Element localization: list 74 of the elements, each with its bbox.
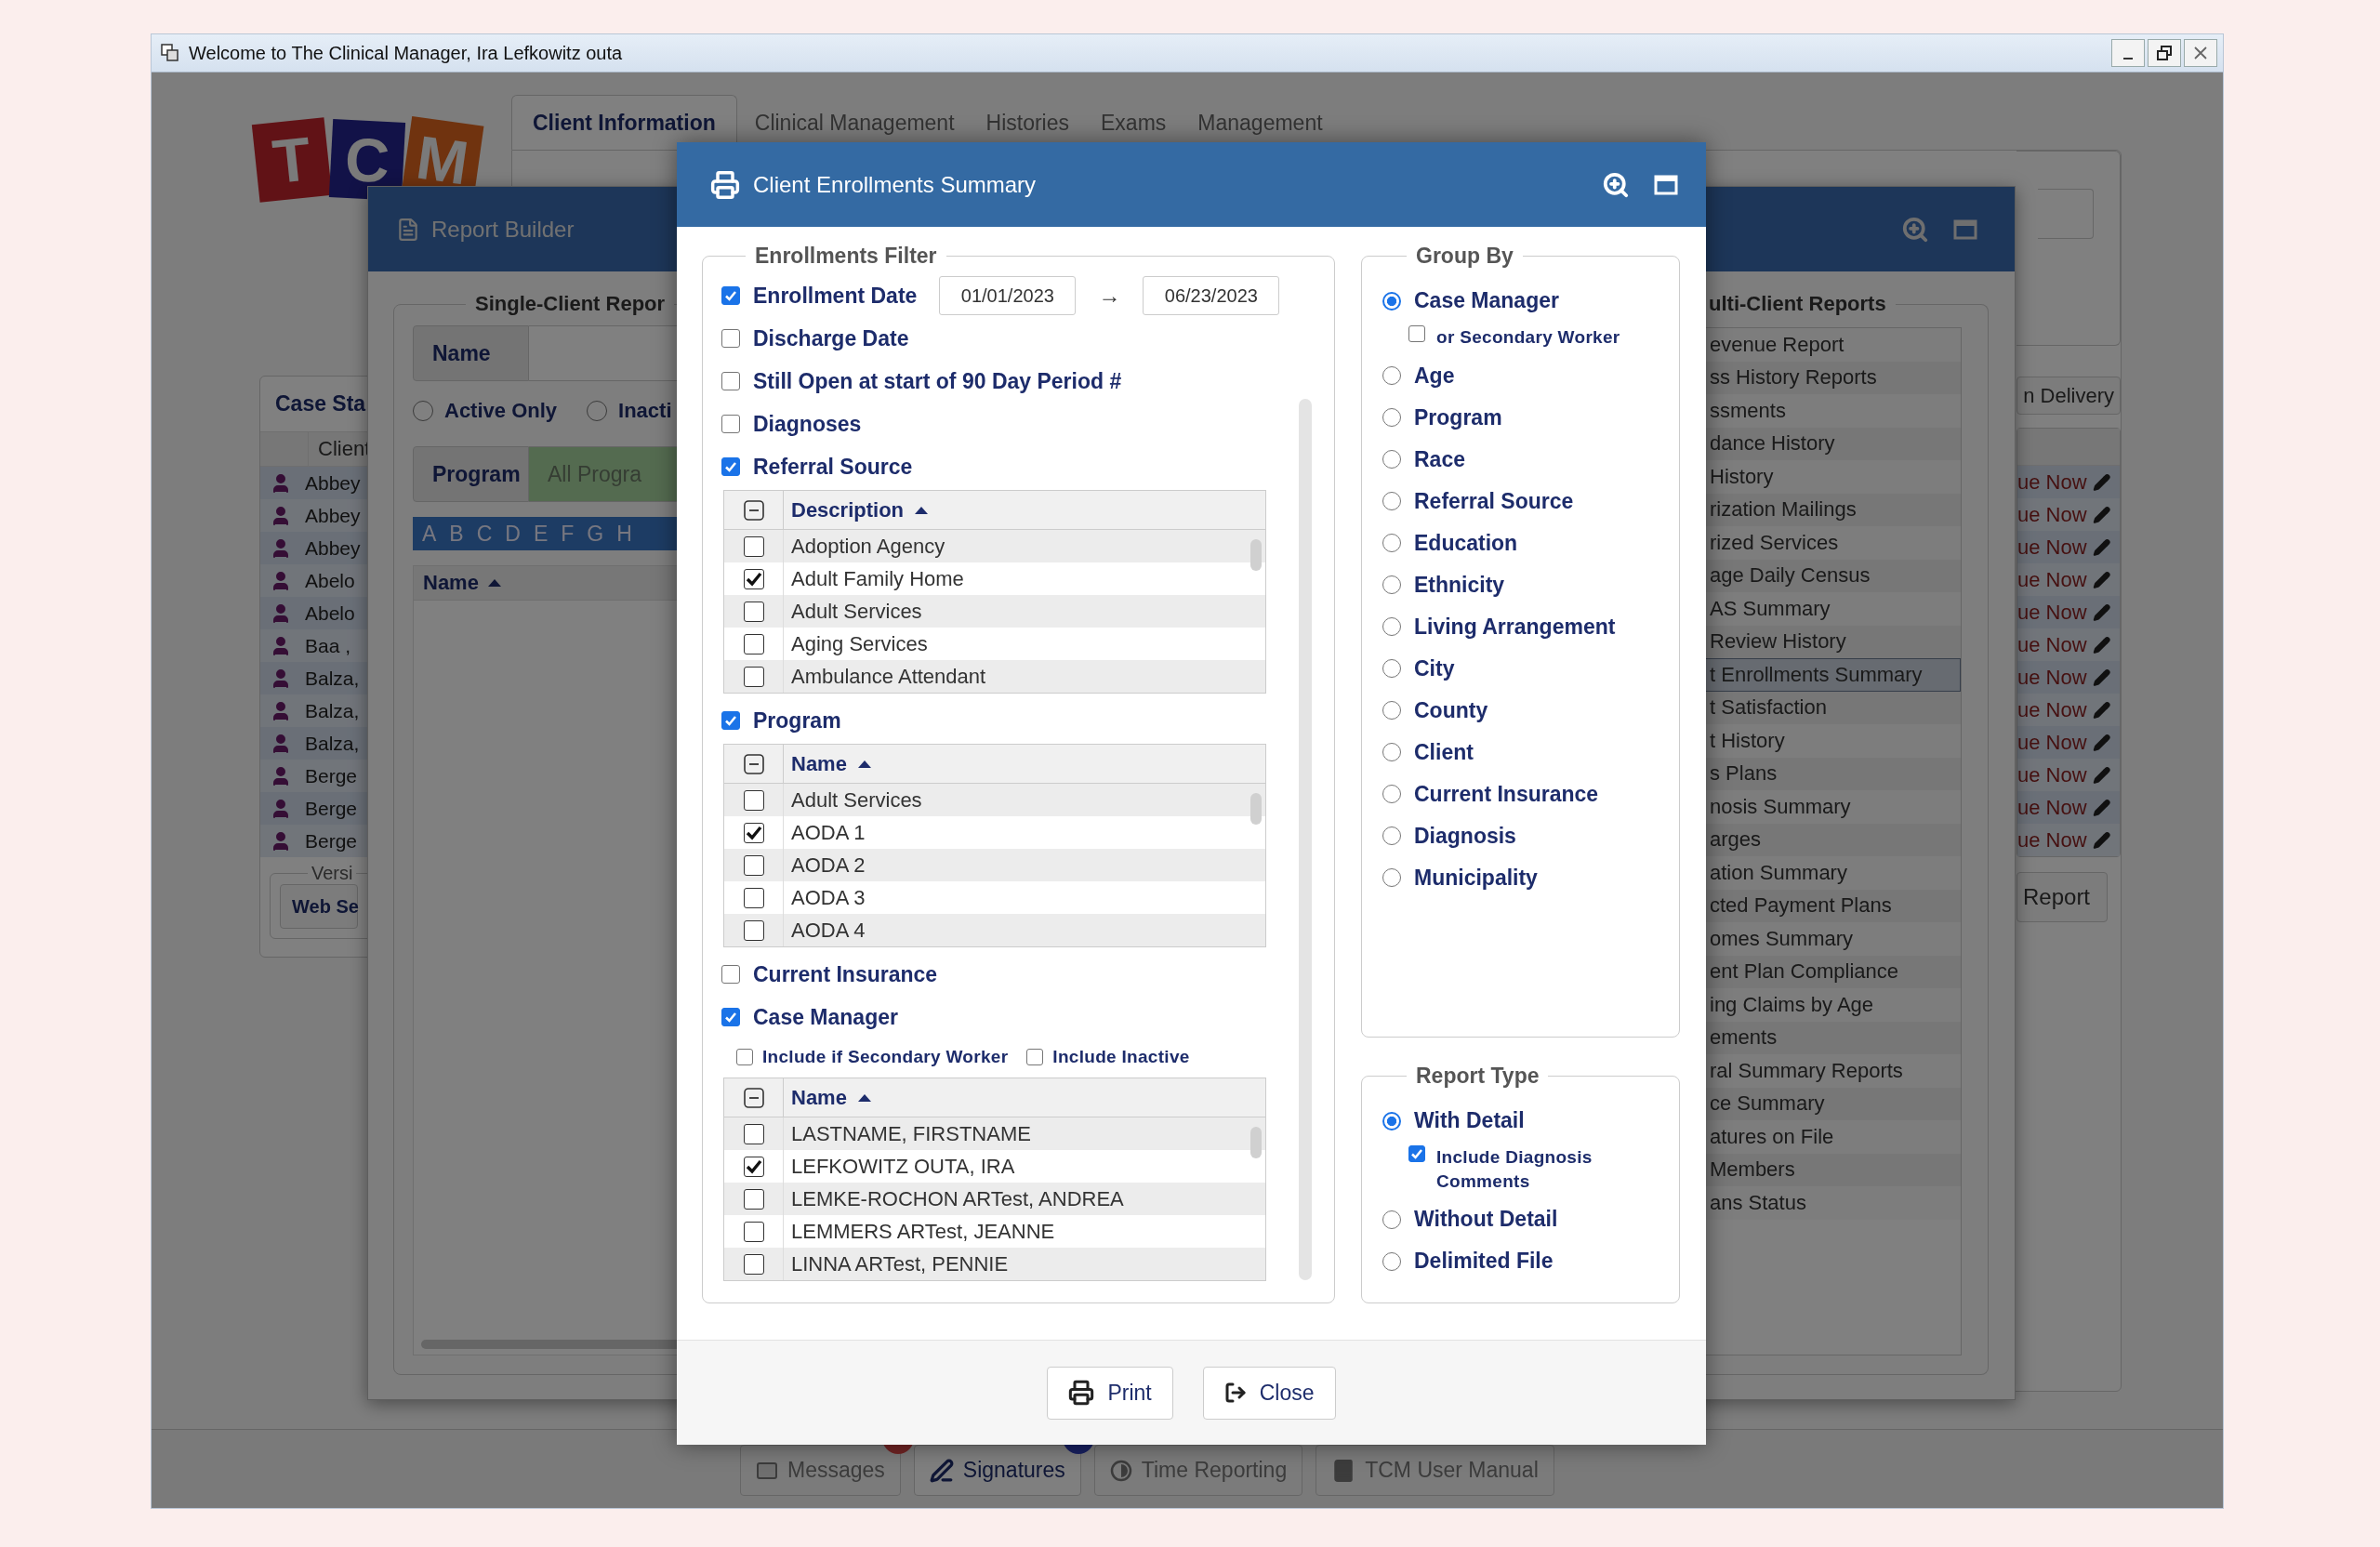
table-cell-text: Balza, bbox=[304, 667, 360, 690]
checkbox-label: Include if Secondary Worker bbox=[762, 1046, 1009, 1069]
table-cell-text: Adult Services bbox=[790, 787, 922, 813]
checkbox-label: or Secondary Worker bbox=[1436, 326, 1620, 349]
radio-label: Current Insurance bbox=[1414, 781, 1599, 807]
radio-label: With Detail bbox=[1414, 1108, 1525, 1133]
table-cell-text: Abbey bbox=[304, 471, 361, 495]
checkbox-label: Enrollment Date bbox=[753, 283, 918, 309]
checkbox-label: Referral Source bbox=[753, 454, 913, 480]
table-cell-text: AODA 1 bbox=[790, 820, 866, 845]
field-label: Program bbox=[413, 446, 529, 502]
table-cell-text: Abelo bbox=[304, 569, 355, 592]
checkbox-label: Current Insurance bbox=[753, 961, 938, 987]
radio-label: Race bbox=[1414, 446, 1465, 472]
table-cell-text: LEMMERS ARTest, JEANNE bbox=[790, 1219, 1055, 1244]
radio-label: Inacti bbox=[618, 399, 672, 423]
table-cell-text: LINNA ARTest, PENNIE bbox=[790, 1251, 1009, 1276]
radio-label: Age bbox=[1414, 363, 1455, 389]
table-cell-text: Adult Family Home bbox=[790, 566, 964, 591]
checkbox-label: Still Open at start of 90 Day Period # bbox=[753, 368, 1122, 394]
radio-label: Without Detail bbox=[1414, 1207, 1558, 1233]
logo-letter: T bbox=[251, 117, 333, 203]
column-title: Name bbox=[423, 571, 479, 595]
radio-label: Case Manager bbox=[1414, 288, 1559, 313]
radio-label: City bbox=[1414, 655, 1455, 681]
table-cell-text: Aging Services bbox=[790, 631, 928, 656]
section-title: Versi bbox=[311, 863, 354, 884]
radio-label: Delimited File bbox=[1414, 1249, 1554, 1275]
window-title: Welcome to The Clinical Manager, Ira Lefkowitz outa bbox=[189, 42, 623, 64]
column-title: Name bbox=[791, 751, 847, 776]
radio-label: Client bbox=[1414, 739, 1474, 765]
table-cell-text: Berge bbox=[304, 797, 358, 820]
table-cell-text: LEFKOWITZ OUTA, IRA bbox=[790, 1154, 1015, 1179]
section-title: Single-Client Repor bbox=[474, 292, 667, 316]
radio-label: Program bbox=[1414, 404, 1502, 430]
radio-label: Municipality bbox=[1414, 865, 1538, 891]
table-cell-text: Berge bbox=[304, 829, 358, 853]
radio-label: Referral Source bbox=[1414, 488, 1574, 514]
dialog-title: Client Enrollments Summary bbox=[753, 171, 1037, 198]
radio-label: Ethnicity bbox=[1414, 572, 1505, 598]
table-cell-text: Berge bbox=[304, 764, 358, 787]
table-cell-text: Abbey bbox=[304, 536, 361, 560]
column-title: Name bbox=[791, 1085, 847, 1110]
column-title: Description bbox=[791, 497, 905, 522]
table-cell-text: Adult Services bbox=[790, 599, 922, 624]
table-cell-text: Baa , bbox=[304, 634, 351, 657]
table-cell-text: AODA 4 bbox=[790, 918, 866, 943]
table-cell-text: Balza, bbox=[304, 732, 360, 755]
range-arrow: → bbox=[1098, 283, 1121, 309]
table-cell-text: Adoption Agency bbox=[790, 534, 945, 559]
window-title: Report Builder bbox=[431, 216, 575, 243]
checkbox-label: Include Inactive bbox=[1052, 1046, 1190, 1069]
section-title: Enrollments Filter bbox=[754, 244, 938, 269]
field-label: Name bbox=[413, 325, 529, 381]
radio-label: Education bbox=[1414, 530, 1518, 556]
checkbox-label: Program bbox=[753, 707, 841, 734]
table-cell-text: LEMKE-ROCHON ARTest, ANDREA bbox=[790, 1186, 1124, 1211]
table-cell-text: Balza, bbox=[304, 699, 360, 722]
radio-label: Diagnosis bbox=[1414, 823, 1516, 849]
checkbox-label: Include Diagnosis Comments bbox=[1436, 1146, 1593, 1193]
table-cell-text: AODA 2 bbox=[790, 853, 866, 878]
radio-label: Living Arrangement bbox=[1414, 614, 1616, 640]
section-title: ulti-Client Reports bbox=[1708, 292, 1887, 316]
table-cell-text: LASTNAME, FIRSTNAME bbox=[790, 1121, 1031, 1146]
table-cell-text: Abelo bbox=[304, 602, 355, 625]
table-cell-text: Abbey bbox=[304, 504, 361, 527]
checkbox-label: Diagnoses bbox=[753, 411, 862, 437]
section-title: Report Type bbox=[1415, 1064, 1540, 1089]
checkbox-label: Case Manager bbox=[753, 1004, 898, 1030]
table-cell-text: AODA 3 bbox=[790, 885, 866, 910]
radio-label: County bbox=[1414, 697, 1488, 723]
table-cell-text: Ambulance Attendant bbox=[790, 664, 986, 689]
section-title: Group By bbox=[1415, 244, 1514, 269]
checkbox-label: Discharge Date bbox=[753, 325, 909, 351]
